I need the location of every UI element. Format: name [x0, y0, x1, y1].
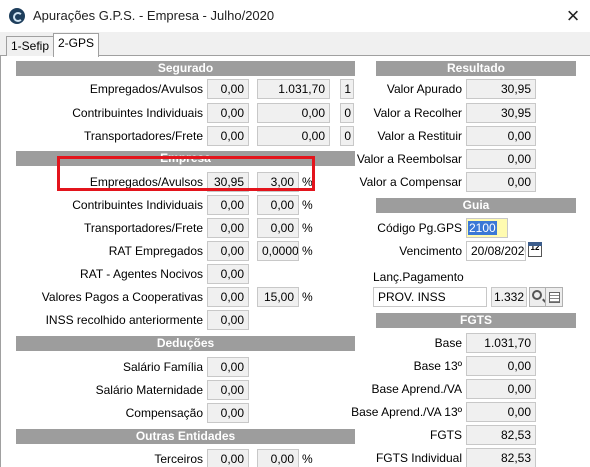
calendar-icon[interactable]: 12	[528, 242, 542, 257]
codigo-gps-value: 2100	[468, 221, 497, 235]
empresa-rat-label: RAT Empregados	[108, 244, 203, 258]
app-icon	[9, 8, 25, 24]
fgts-base-aprend-13-label: Base Aprend./VA 13º	[351, 405, 462, 419]
fgts-base-13-label: Base 13º	[413, 359, 462, 373]
list-button[interactable]	[545, 287, 563, 307]
codigo-gps-input[interactable]: 2100	[466, 218, 508, 238]
empresa-rat-nocivos-label: RAT - Agentes Nocivos	[80, 267, 203, 281]
resultado-header: Resultado	[376, 61, 576, 76]
segurado-contribuintes-field-1[interactable]: 0,00	[207, 103, 249, 123]
codigo-gps-label: Código Pg.GPS	[377, 221, 462, 235]
compensacao-value[interactable]: 0,00	[207, 403, 249, 423]
empresa-transportadores-value[interactable]: 0,00	[207, 218, 249, 238]
segurado-transportadores-field-2[interactable]: 0,00	[257, 126, 330, 146]
fgts-header: FGTS	[376, 313, 576, 328]
valor-apurado-label: Valor Apurado	[386, 82, 462, 96]
segurado-contribuintes-label: Contribuintes Individuais	[72, 106, 203, 120]
valor-restituir-value[interactable]: 0,00	[466, 126, 536, 146]
segurado-contribuintes-field-2[interactable]: 0,00	[257, 103, 330, 123]
segurado-transportadores-label: Transportadores/Frete	[84, 129, 203, 143]
tab-gps[interactable]: 2-GPS	[53, 33, 100, 57]
window-title: Apurações G.P.S. - Empresa - Julho/2020	[33, 8, 275, 23]
fgts-base-value[interactable]: 1.031,70	[466, 333, 536, 353]
empresa-inss-anterior-value[interactable]: 0,00	[207, 310, 249, 330]
segurado-empregados-field-1[interactable]: 0,00	[207, 79, 249, 99]
lanc-pagamento-code[interactable]: 1.332	[491, 287, 527, 307]
vencimento-label: Vencimento	[399, 244, 462, 258]
fgts-individual-value[interactable]: 82,53	[466, 448, 536, 467]
empresa-transportadores-rate[interactable]: 0,00	[257, 218, 299, 238]
empresa-empregados-pct: %	[302, 175, 313, 189]
terceiros-value[interactable]: 0,00	[207, 449, 249, 467]
compensacao-label: Compensação	[125, 406, 203, 420]
empresa-contribuintes-rate[interactable]: 0,00	[257, 195, 299, 215]
empresa-cooperativas-rate[interactable]: 15,00	[257, 287, 299, 307]
empresa-header: Empresa	[16, 151, 355, 166]
fgts-base-13-value[interactable]: 0,00	[466, 356, 536, 376]
vencimento-input[interactable]: 20/08/2020	[466, 241, 526, 261]
empresa-transportadores-label: Transportadores/Frete	[84, 221, 203, 235]
salario-maternidade-label: Salário Maternidade	[95, 383, 203, 397]
close-button[interactable]: ×	[556, 3, 590, 29]
empresa-contribuintes-pct: %	[302, 198, 313, 212]
fgts-base-aprend-13-value[interactable]: 0,00	[466, 402, 536, 422]
empresa-empregados-value[interactable]: 30,95	[207, 172, 249, 192]
valor-restituir-label: Valor a Restituir	[377, 129, 462, 143]
search-icon	[532, 290, 542, 300]
salario-maternidade-value[interactable]: 0,00	[207, 380, 249, 400]
terceiros-rate[interactable]: 0,00	[257, 449, 299, 467]
empresa-empregados-label: Empregados/Avulsos	[89, 175, 203, 189]
empresa-rat-nocivos-value[interactable]: 0,00	[207, 264, 249, 284]
segurado-empregados-label: Empregados/Avulsos	[89, 82, 203, 96]
valor-reembolsar-label: Valor a Reembolsar	[356, 152, 462, 166]
fgts-label: FGTS	[430, 428, 462, 442]
empresa-empregados-rate[interactable]: 3,00	[257, 172, 299, 192]
valor-compensar-value[interactable]: 0,00	[466, 172, 536, 192]
list-icon	[549, 292, 560, 303]
empresa-inss-anterior-label: INSS recolhido anteriormente	[45, 313, 203, 327]
empresa-transportadores-pct: %	[302, 221, 313, 235]
empresa-cooperativas-label: Valores Pagos a Cooperativas	[41, 290, 203, 304]
terceiros-pct: %	[302, 452, 313, 466]
valor-compensar-label: Valor a Compensar	[359, 175, 463, 189]
lanc-pagamento-input[interactable]: PROV. INSS	[373, 287, 487, 307]
outras-entidades-header: Outras Entidades	[16, 429, 355, 444]
empresa-cooperativas-value[interactable]: 0,00	[207, 287, 249, 307]
fgts-base-aprend-value[interactable]: 0,00	[466, 379, 536, 399]
fgts-base-label: Base	[434, 336, 462, 350]
empresa-rat-pct: %	[302, 244, 313, 258]
title-bar: Apurações G.P.S. - Empresa - Julho/2020 …	[0, 0, 590, 32]
empresa-cooperativas-pct: %	[302, 290, 313, 304]
gps-panel: Segurado Empregados/Avulsos 0,00 1.031,7…	[0, 56, 590, 467]
salario-familia-label: Salário Família	[122, 360, 203, 374]
guia-header: Guia	[376, 198, 576, 213]
deducoes-header: Deduções	[16, 336, 355, 351]
empresa-rat-rate[interactable]: 0,0000	[257, 241, 299, 261]
segurado-empregados-field-2[interactable]: 1.031,70	[257, 79, 330, 99]
segurado-header: Segurado	[16, 61, 355, 76]
valor-reembolsar-value[interactable]: 0,00	[466, 149, 536, 169]
empresa-contribuintes-label: Contribuintes Individuais	[72, 198, 203, 212]
valor-recolher-value[interactable]: 30,95	[466, 103, 536, 123]
valor-apurado-value[interactable]: 30,95	[466, 79, 536, 99]
empresa-contribuintes-value[interactable]: 0,00	[207, 195, 249, 215]
empresa-rat-value[interactable]: 0,00	[207, 241, 249, 261]
salario-familia-value[interactable]: 0,00	[207, 357, 249, 377]
tab-strip: 1-Sefip 2-GPS	[0, 32, 590, 57]
valor-recolher-label: Valor a Recolher	[373, 106, 463, 120]
segurado-transportadores-field-1[interactable]: 0,00	[207, 126, 249, 146]
lanc-pagamento-label: Lanç.Pagamento	[373, 270, 464, 284]
terceiros-label: Terceiros	[154, 452, 203, 466]
fgts-base-aprend-label: Base Aprend./VA	[371, 382, 462, 396]
fgts-value[interactable]: 82,53	[466, 425, 536, 445]
tab-sefip[interactable]: 1-Sefip	[6, 36, 55, 56]
fgts-individual-label: FGTS Individual	[375, 451, 462, 465]
